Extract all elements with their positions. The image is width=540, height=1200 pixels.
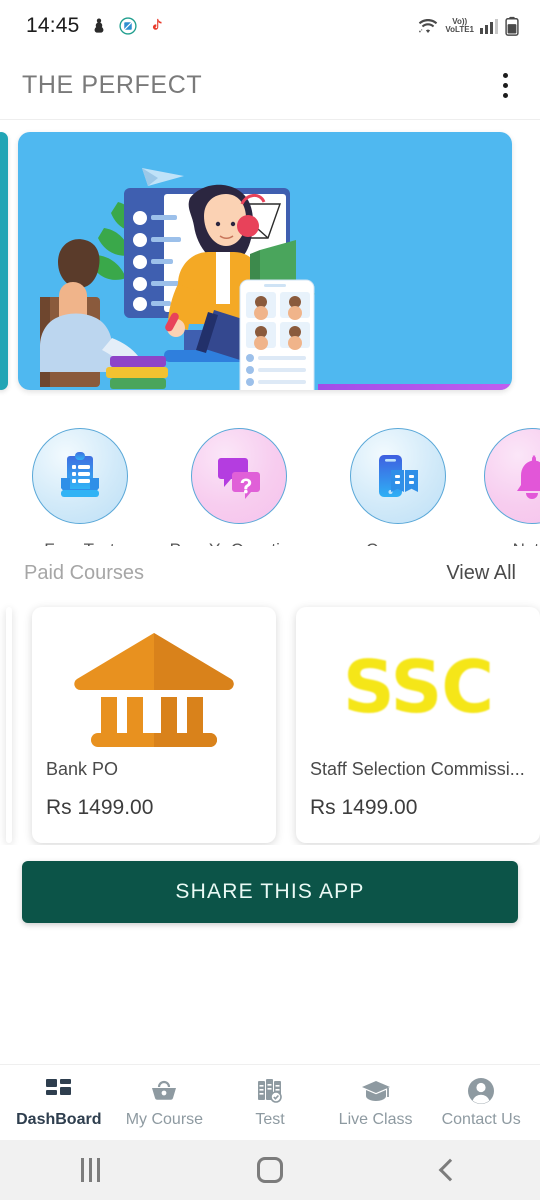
prev-yr-questions-circle [190,428,287,524]
status-bar-left: 14:45 [26,14,167,38]
course-card-image: SSC [310,617,526,757]
wifi-icon [419,19,438,33]
category-item-free-test[interactable]: Free Test [0,428,159,546]
bottom-navigation[interactable]: DashBoard My Course Test Live Class Cont… [0,1064,540,1140]
paid-courses-list[interactable]: Bank PO Rs 1499.00 SSC Staff Selection C… [0,585,540,845]
live-classes-badge: LIVE CLASSES [318,384,512,390]
category-item-notifications[interactable]: Notifi [477,428,540,546]
system-navigation-bar[interactable] [0,1140,540,1200]
banner-track[interactable]: LIVE CLASSES [0,126,540,396]
course-price: Rs 1499.00 [310,796,418,819]
category-label: Free Test [44,540,115,546]
nav-item-my-course[interactable]: My Course [112,1076,218,1129]
recents-icon[interactable] [50,1140,130,1200]
recents-bar [96,1158,100,1182]
nav-label: Live Class [338,1111,413,1128]
home-square [257,1157,283,1183]
bank-building-icon [74,633,234,747]
kebab-dot [502,93,508,98]
home-icon[interactable] [230,1140,310,1200]
course-title: Bank PO [46,759,119,779]
ssc-logo: SSC [342,645,494,729]
page-title: THE PERFECT [22,71,203,99]
course-price: Rs 1499.00 [46,796,154,819]
banner-slide-live-classes[interactable]: LIVE CLASSES [18,132,512,390]
status-bar: 14:45 Vo)) VoLTE1 [0,0,540,52]
nav-item-live-class[interactable]: Live Class [323,1076,429,1129]
share-this-app-button[interactable]: SHARE THIS APP [22,861,518,923]
recents-bars [80,1158,100,1182]
person-circle-icon [468,1078,495,1104]
back-chevron [438,1158,462,1182]
status-bar-clock: 14:45 [26,14,80,37]
kebab-dot [502,83,508,88]
books-check-icon [257,1079,282,1103]
status-bar-right: Vo)) VoLTE1 [416,16,520,36]
phone-book-icon [378,455,418,497]
app-bar: THE PERFECT [0,52,540,120]
signal-bars-icon [480,19,498,34]
volte-network-label: VoLTE1 [445,25,474,34]
nav-label: Test [255,1111,285,1128]
graduation-cap-icon [361,1081,390,1101]
share-section: SHARE THIS APP [0,845,540,923]
nav-item-test[interactable]: Test [217,1076,323,1129]
paid-courses-header: Paid Courses View All [0,562,540,585]
recents-bar [80,1158,84,1182]
courses-circle [349,428,446,524]
course-card-partial[interactable] [6,607,12,843]
recents-bar [88,1158,92,1182]
course-card-image [46,617,262,757]
section-title: Paid Courses [24,562,145,584]
category-label: Courses [366,540,429,546]
nav-label: My Course [125,1111,204,1128]
overflow-menu-icon[interactable] [492,71,518,101]
category-label: Prev Yr Questions [170,540,308,546]
nav-item-dashboard[interactable]: DashBoard [6,1076,112,1129]
banner-slide-previous[interactable] [0,132,8,390]
app-notification-icon-3 [152,18,162,30]
live-classes-illustration [40,168,315,390]
course-card-ssc[interactable]: SSC Staff Selection Commissi... Rs 1499.… [296,607,540,843]
banner-carousel[interactable]: LIVE CLASSES [0,120,540,396]
app-notification-icon-1 [94,18,103,33]
view-all-link[interactable]: View All [446,562,516,585]
nav-item-contact-us[interactable]: Contact Us [428,1076,534,1129]
course-card-bank-po[interactable]: Bank PO Rs 1499.00 [32,607,276,843]
battery-icon [505,16,519,36]
category-item-prev-yr-questions[interactable]: Prev Yr Questions [159,428,318,546]
kebab-dot [502,73,508,78]
category-shortcuts[interactable]: Free Test Prev Yr Questions [0,396,540,546]
category-item-courses[interactable]: Courses [318,428,477,546]
course-title: Staff Selection Commissi... [310,759,525,779]
volte-icon: Vo)) VoLTE1 [445,18,474,33]
nav-label: DashBoard [16,1111,102,1128]
question-chat-bubbles-icon [217,458,260,499]
app-notification-icon-2 [118,17,137,35]
bell-icon [517,455,540,499]
clipboard-checklist-icon [60,452,99,497]
basket-icon [152,1080,177,1100]
free-test-circle [31,428,128,524]
nav-label: Contact Us [441,1111,521,1128]
back-icon[interactable] [410,1140,490,1200]
category-label: Notifi [513,540,540,546]
notifications-circle [484,428,540,524]
dashboard-grid-icon [45,1079,71,1095]
